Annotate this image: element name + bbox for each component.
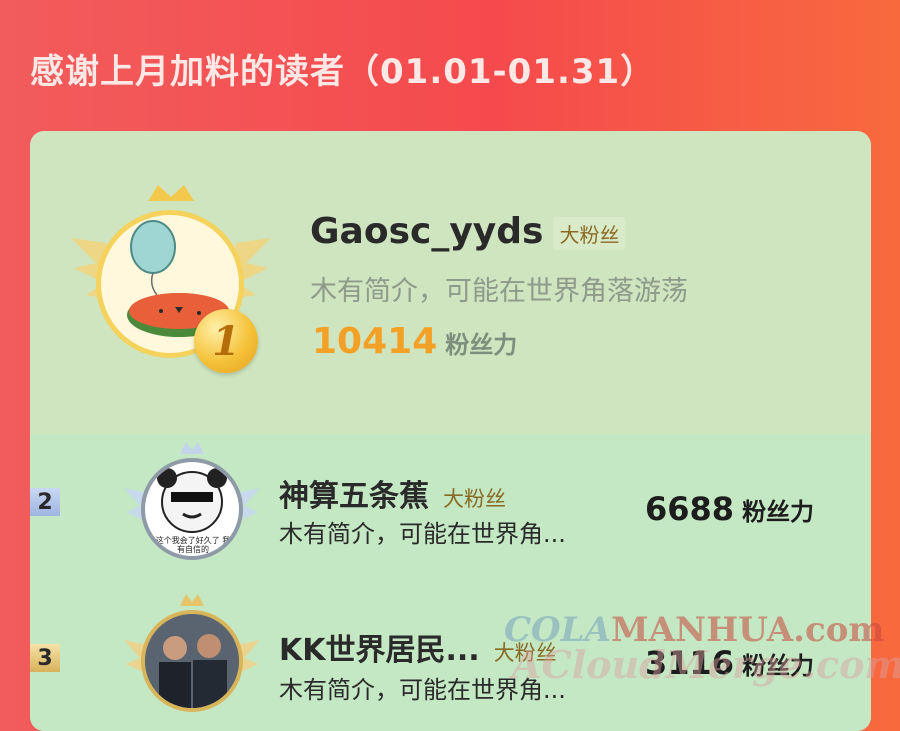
score-value: 3116 [645,644,735,682]
avatar[interactable] [141,610,243,712]
fan-level-tag: 大粉丝 [553,216,626,250]
avatar-caption: 这个我会了好久了 我有自信的 [155,536,231,554]
rank-badge: 2 [30,488,60,516]
page-title: 感谢上月加料的读者（01.01-01.31） [30,52,656,92]
score-unit: 粉丝力 [742,652,815,680]
reader-name: 神算五条蕉 大粉丝 [279,471,506,515]
reader-score: 3116 粉丝力 [645,644,814,682]
score-value: 6688 [645,490,735,528]
reader-name: KK世界居民... 大粉丝 [279,625,557,669]
top-reader-name-text: Gaosc_yyds [310,211,544,252]
reader-bio: 木有简介，可能在世界角... [279,676,566,704]
score-unit: 粉丝力 [742,498,815,526]
top-reader-score: 10414 粉丝力 [312,321,517,362]
reader-bio: 木有简介，可能在世界角... [279,520,566,548]
top-reader-entry[interactable]: 1 Gaosc_yyds 大粉丝 木有简介，可能在世界角落游荡 10414 粉丝力 [30,131,871,431]
fan-level-tag: 大粉丝 [493,641,557,665]
fan-level-tag: 大粉丝 [443,487,506,511]
reader-name-text: 神算五条蕉 [279,479,429,514]
rank-badge: 3 [30,644,60,672]
top-reader-bio: 木有简介，可能在世界角落游荡 [310,276,688,307]
score-value: 10414 [312,321,438,362]
rank-1-badge: 1 [194,309,258,373]
score-unit: 粉丝力 [445,331,518,359]
group-photo-icon [145,614,239,708]
avatar[interactable]: 这个我会了好久了 我有自信的 [141,458,243,560]
reader-name-text: KK世界居民... [279,633,480,668]
top-reader-name[interactable]: Gaosc_yyds 大粉丝 [310,211,626,252]
reader-score: 6688 粉丝力 [645,490,814,528]
